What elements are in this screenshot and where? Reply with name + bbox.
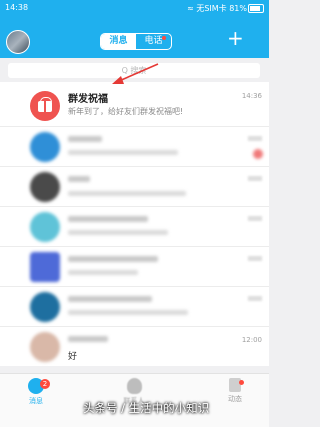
blurred-time <box>248 296 262 301</box>
avatar <box>30 172 60 202</box>
blurred-name <box>68 336 108 342</box>
header: 14:38 ≈ 无SIM卡 81% 消息 电话 + <box>0 0 269 58</box>
tab-messages[interactable]: 消息 <box>101 34 136 49</box>
blurred-name <box>68 136 102 142</box>
conversation-preview: 好 <box>68 352 78 362</box>
profile-avatar[interactable] <box>6 30 30 54</box>
conversation-name: 群发祝福 <box>68 94 108 105</box>
avatar <box>30 292 60 322</box>
status-signal: ≈ 无SIM卡 81% <box>187 4 247 13</box>
blurred-time <box>248 256 262 261</box>
blurred-time <box>248 136 262 141</box>
tab-calls-label: 电话 <box>144 36 163 46</box>
blurred-name <box>68 256 158 262</box>
nav-tab-messages[interactable]: 消息 <box>6 378 66 406</box>
conversation-list: 群发祝福 新年到了，给好友们群发祝福吧! 14:36 好 12:00 <box>0 82 269 366</box>
tab-calls[interactable]: 电话 <box>136 34 171 49</box>
conversation-time: 12:00 <box>241 336 262 344</box>
blurred-preview <box>68 310 188 315</box>
blurred-preview <box>68 191 186 196</box>
conversation-row[interactable]: 好 12:00 <box>0 326 269 366</box>
feed-unread-dot <box>239 380 244 385</box>
calls-unread-dot <box>162 36 166 40</box>
battery-icon <box>248 4 264 13</box>
nav-label: 消息 <box>29 397 43 405</box>
blurred-time <box>248 176 262 181</box>
add-icon[interactable]: + <box>227 28 244 48</box>
unread-badge <box>253 149 263 159</box>
blurred-name <box>68 216 148 222</box>
search-input[interactable]: Q 搜索 <box>8 63 260 78</box>
conversation-row[interactable] <box>0 126 269 166</box>
avatar <box>30 332 60 362</box>
contacts-icon <box>126 378 142 394</box>
watermark: 头条号 / 生活中的小知识 <box>83 401 210 415</box>
blurred-preview <box>68 270 138 275</box>
avatar <box>30 132 60 162</box>
status-bar: 14:38 ≈ 无SIM卡 81% <box>0 0 269 17</box>
nav-tab-feed[interactable]: 动态 <box>205 378 265 404</box>
header-toggle: 消息 电话 <box>100 33 172 50</box>
conversation-time: 14:36 <box>241 92 262 100</box>
conversation-row[interactable] <box>0 286 269 326</box>
status-time: 14:38 <box>5 3 29 12</box>
blurred-name <box>68 296 152 302</box>
avatar <box>30 252 60 282</box>
blurred-name <box>68 176 90 182</box>
blurred-preview <box>68 230 168 235</box>
conversation-row[interactable]: 群发祝福 新年到了，给好友们群发祝福吧! 14:36 <box>0 82 269 126</box>
nav-label: 动态 <box>228 395 242 403</box>
conversation-preview: 新年到了，给好友们群发祝福吧! <box>68 107 184 116</box>
blurred-preview <box>68 150 178 155</box>
unread-badge: 2 <box>40 379 50 389</box>
conversation-row[interactable] <box>0 166 269 206</box>
conversation-row[interactable] <box>0 246 269 286</box>
avatar <box>30 212 60 242</box>
gift-icon <box>30 91 60 121</box>
blurred-time <box>248 216 262 221</box>
conversation-row[interactable] <box>0 206 269 246</box>
